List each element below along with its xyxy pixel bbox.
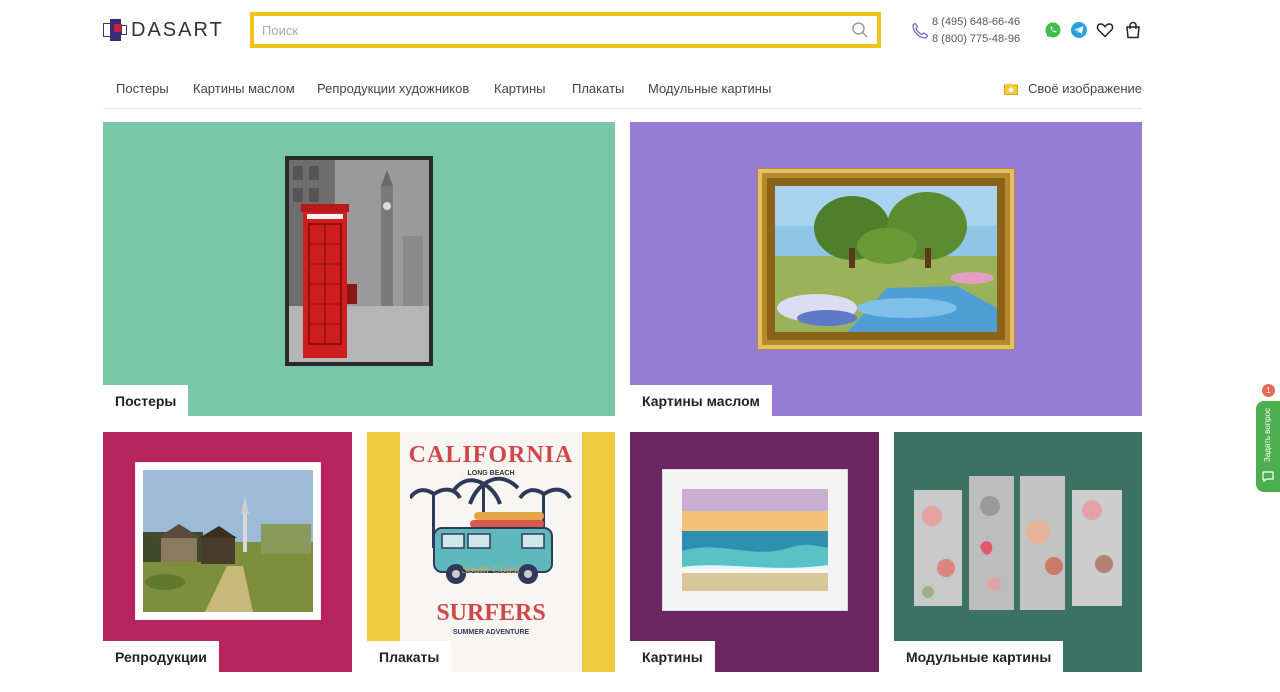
whatsapp-icon[interactable] xyxy=(1044,21,1062,39)
phone-icon xyxy=(912,22,929,39)
category-tile-oil-paintings[interactable]: Картины маслом xyxy=(630,122,1142,416)
placard-tagline: SUMMER ADVENTURE xyxy=(452,629,530,636)
notification-badge: 1 xyxy=(1262,384,1275,397)
placard-title: CALIFORNIA xyxy=(408,442,574,468)
phone-number-2[interactable]: 8 (800) 775-48-96 xyxy=(932,31,1020,48)
nav-item-oil-paintings[interactable]: Картины маслом xyxy=(193,81,295,96)
phone-number-1[interactable]: 8 (495) 648-66-46 xyxy=(932,14,1020,31)
tile-label: Картины xyxy=(630,641,715,672)
category-tile-modular[interactable]: Модульные картины xyxy=(894,432,1142,672)
modular-painting-image xyxy=(914,476,1122,610)
tile-label: Постеры xyxy=(103,385,189,416)
oil-painting-image xyxy=(757,168,1015,350)
tile-label: Репродукции xyxy=(103,641,219,672)
placard-poster: CALIFORNIA LONG BEACH South Coast SURFER… xyxy=(400,432,582,672)
chat-bubble-icon[interactable] xyxy=(1262,470,1274,482)
logo-mark-icon xyxy=(103,19,127,41)
placard-car-text: South Coast xyxy=(461,562,521,576)
search-input[interactable] xyxy=(254,17,834,43)
nav-item-reproductions[interactable]: Репродукции художников xyxy=(317,81,469,96)
logo[interactable]: DASART xyxy=(103,19,224,41)
placard-bottom: SURFERS xyxy=(436,600,546,626)
own-image-label: Своё изображение xyxy=(1027,81,1142,96)
logo-text: DASART xyxy=(131,18,224,41)
poster-london-image xyxy=(285,156,433,366)
phone-numbers: 8 (495) 648-66-46 8 (800) 775-48-96 xyxy=(932,14,1020,48)
telegram-icon[interactable] xyxy=(1070,21,1088,39)
tile-label: Плакаты xyxy=(367,641,452,672)
own-image-link[interactable]: Своё изображение xyxy=(1003,81,1142,96)
nav-item-posters[interactable]: Постеры xyxy=(116,81,169,96)
ask-question-label[interactable]: Задать вопрос xyxy=(1257,405,1279,465)
category-tile-reproductions[interactable]: Репродукции xyxy=(103,432,352,672)
tile-label: Модульные картины xyxy=(894,641,1064,672)
nav-item-paintings[interactable]: Картины xyxy=(494,81,546,96)
heart-icon[interactable] xyxy=(1096,21,1114,39)
image-upload-icon xyxy=(1003,83,1018,95)
search-icon[interactable] xyxy=(851,21,869,39)
painting-seascape-image xyxy=(662,469,848,611)
search-box[interactable] xyxy=(250,12,881,48)
reproduction-image xyxy=(135,462,321,620)
cart-icon[interactable] xyxy=(1124,21,1142,39)
nav-item-placards[interactable]: Плакаты xyxy=(572,81,624,96)
main-nav: Постеры Картины маслом Репродукции худож… xyxy=(103,71,1142,109)
tile-label: Картины маслом xyxy=(630,385,772,416)
category-tile-posters[interactable]: Постеры xyxy=(103,122,615,416)
category-tile-placards[interactable]: CALIFORNIA LONG BEACH South Coast SURFER… xyxy=(367,432,615,672)
category-tile-paintings[interactable]: Картины xyxy=(630,432,879,672)
nav-item-modular[interactable]: Модульные картины xyxy=(648,81,771,96)
